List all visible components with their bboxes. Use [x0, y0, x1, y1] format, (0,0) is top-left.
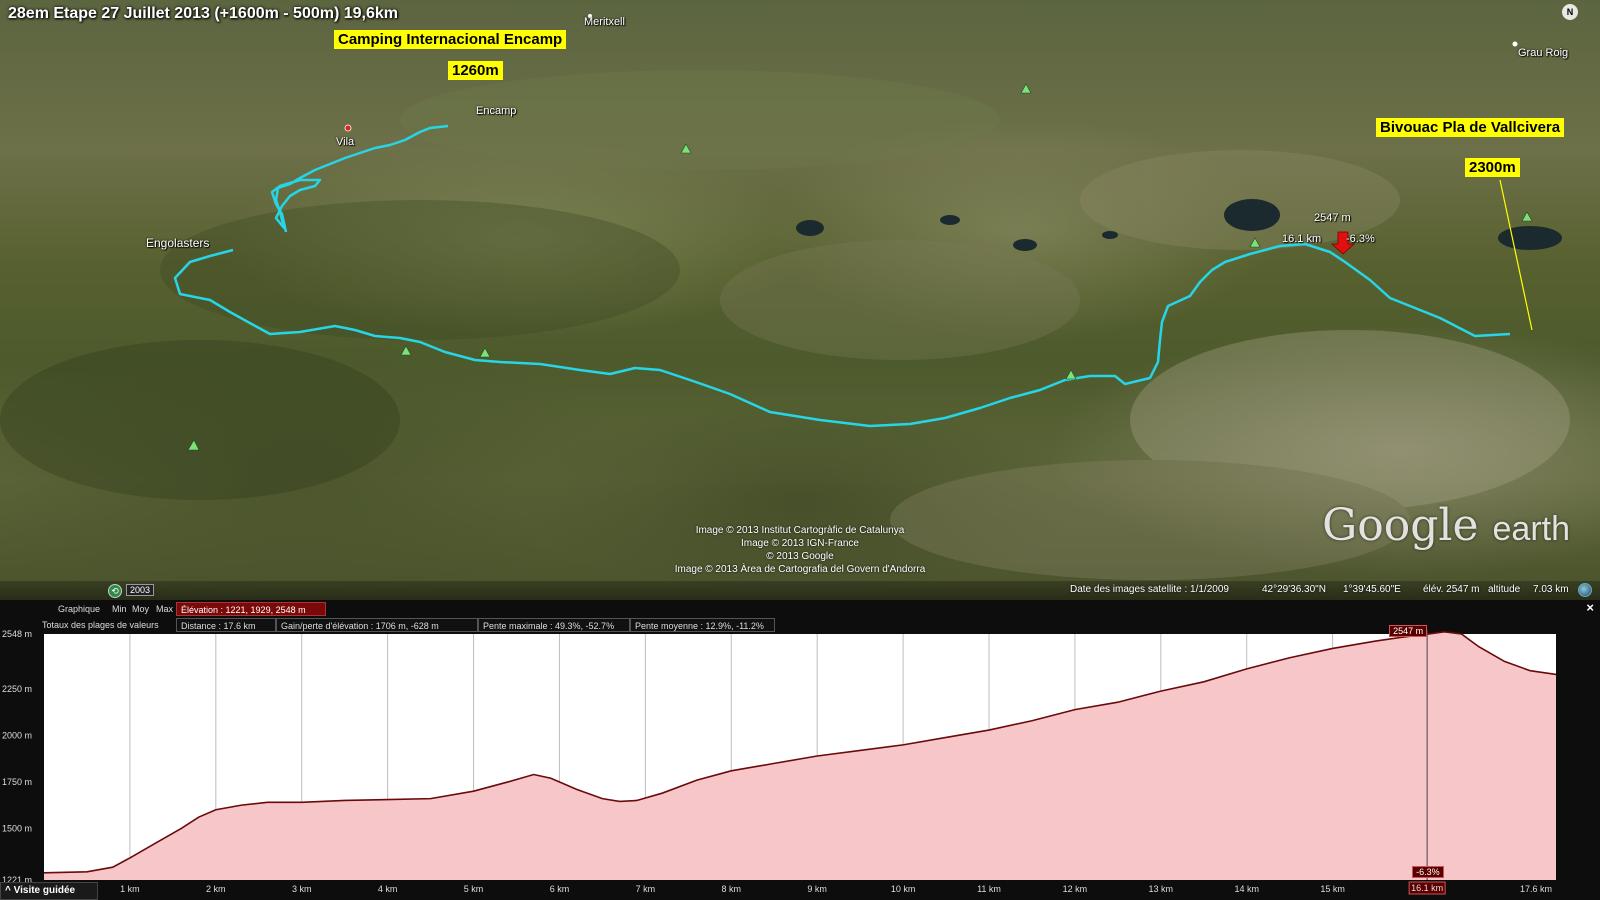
x-tick-label: 9 km [807, 884, 827, 894]
x-tick-label: 10 km [891, 884, 916, 894]
status-elevation: élév. 2547 m [1423, 584, 1480, 595]
globe-icon[interactable] [1578, 583, 1592, 597]
y-tick-label: 2250 m [2, 684, 32, 694]
status-latitude: 42°29'36.30"N [1262, 584, 1326, 595]
start-altitude-label: 1260m [448, 61, 503, 80]
x-tick-label: 6 km [550, 884, 570, 894]
x-tick-label: 8 km [722, 884, 742, 894]
y-tick-label: 2000 m [2, 731, 32, 741]
google-earth-window: 28em Etape 27 Juillet 2013 (+1600m - 500… [0, 0, 1600, 900]
marker-elevation: 2547 m [1314, 212, 1351, 224]
place-engolasters[interactable]: Engolasters [146, 236, 209, 250]
imagery-year-badge[interactable]: 2003 [126, 584, 155, 596]
x-tick-label: 2 km [206, 884, 226, 894]
map-view[interactable]: 28em Etape 27 Juillet 2013 (+1600m - 500… [0, 0, 1600, 600]
x-tick-label: 15 km [1320, 884, 1345, 894]
status-altitude-label: altitude [1488, 584, 1521, 595]
marker-slope: -6.3% [1346, 233, 1375, 245]
x-tick-label: 4 km [378, 884, 398, 894]
pin-icon[interactable] [1512, 41, 1518, 47]
guided-tour-button[interactable]: ^ Visite guidée [0, 882, 98, 900]
credit-line-4: Image © 2013 Àrea de Cartografia del Gov… [674, 564, 926, 575]
map-title: 28em Etape 27 Juillet 2013 (+1600m - 500… [8, 5, 399, 22]
x-tick-label: 11 km [977, 884, 1001, 894]
elevation-profile-panel: Graphique Min Moy Max Élévation : 1221, … [0, 600, 1600, 900]
x-tick-label: 12 km [1063, 884, 1088, 894]
status-longitude: 1°39'45.60"E [1343, 584, 1401, 595]
end-leader-line [1499, 179, 1533, 331]
cursor-elevation-badge: 2547 m [1389, 625, 1428, 637]
y-axis-ticks: 1221 m1500 m1750 m2000 m2250 m2548 m [2, 629, 32, 885]
place-meritxell[interactable]: Meritxell [584, 16, 625, 28]
x-tick-label: 1 km [120, 884, 140, 894]
compass-icon[interactable]: N [1562, 4, 1578, 20]
x-axis-ticks: 1 km 2 km 3 km 4 km 5 km 6 km 7 km 8 km 9 km 10 k… [120, 884, 1552, 894]
historical-imagery-icon[interactable]: ⟲ [108, 584, 122, 598]
x-tick-label: 13 km [1149, 884, 1174, 894]
x-tick-label: 7 km [636, 884, 656, 894]
pin-icon[interactable] [344, 124, 352, 132]
google-earth-logo: Google earth [1322, 500, 1570, 551]
y-tick-label: 2548 m [2, 629, 32, 639]
x-tick-label: 3 km [292, 884, 312, 894]
x-tick-label: 17.6 km [1520, 884, 1552, 894]
end-label: Bivouac Pla de Vallcivera [1376, 118, 1565, 137]
end-altitude-label: 2300m [1465, 158, 1520, 177]
y-tick-label: 1500 m [2, 823, 32, 833]
place-vila[interactable]: Vila [336, 136, 354, 148]
elevation-chart[interactable]: 1221 m1500 m1750 m2000 m2250 m2548 m 1 k… [0, 600, 1600, 900]
x-tick-label: 14 km [1234, 884, 1259, 894]
status-altitude-value: 7.03 km [1533, 584, 1569, 595]
cursor-distance-label: 16.1 km [1411, 883, 1443, 893]
start-label: Camping Internacional Encamp [334, 30, 567, 49]
logo-earth-text: earth [1492, 510, 1571, 548]
cursor-slope-badge: -6.3% [1412, 866, 1444, 878]
place-grau-roig[interactable]: Grau Roig [1518, 47, 1568, 59]
logo-google-text: Google [1322, 500, 1479, 551]
y-tick-label: 1750 m [2, 777, 32, 787]
credit-line-3: © 2013 Google [766, 551, 834, 562]
marker-distance: 16.1 km [1282, 233, 1322, 245]
place-encamp[interactable]: Encamp [476, 105, 516, 117]
x-tick-label: 5 km [464, 884, 484, 894]
status-imagery-date: Date des images satellite : 1/1/2009 [1070, 584, 1229, 595]
